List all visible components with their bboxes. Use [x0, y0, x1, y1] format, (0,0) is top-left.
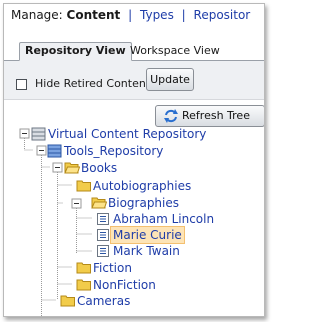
tree-label-marie-curie: Marie Curie: [113, 228, 182, 242]
folder-icon: [76, 180, 91, 192]
update-button[interactable]: Update: [146, 68, 194, 91]
server-icon: [31, 127, 46, 141]
tree-label-nonfiction: NonFiction: [93, 278, 156, 292]
content-item-icon: [97, 213, 109, 225]
content-manager-panel: Manage: Content | Types | Repositor Repo…: [3, 3, 265, 317]
manage-current-content: Content: [66, 8, 121, 22]
filter-options-bar: Hide Retired Content Update: [4, 61, 264, 100]
tree-label-cameras: Cameras: [77, 294, 131, 308]
hide-retired-checkbox[interactable]: [16, 79, 27, 90]
repository-tree-area: Refresh Tree Virtual Content Repository …: [4, 100, 264, 316]
manage-prefix: Manage:: [11, 8, 63, 22]
header-separator: |: [128, 8, 133, 22]
tree-label-tools-repository: Tools_Repository: [64, 144, 164, 158]
repositories-link[interactable]: Repositor: [194, 8, 251, 22]
tab-repository-view[interactable]: Repository View: [19, 42, 132, 61]
content-item-icon: [97, 245, 109, 257]
tree-label-fiction: Fiction: [93, 261, 132, 275]
tree-label-autobiographies: Autobiographies: [93, 179, 192, 193]
tree-label-abraham-lincoln: Abraham Lincoln: [113, 212, 215, 226]
tree-label-mark-twain: Mark Twain: [113, 244, 180, 258]
header-separator: |: [181, 8, 186, 22]
folder-icon: [76, 262, 91, 274]
content-item-icon: [97, 229, 109, 241]
tree-label-root: Virtual Content Repository: [48, 127, 207, 141]
tree-label-books: Books: [81, 161, 118, 175]
manage-header: Manage: Content | Types | Repositor: [4, 4, 264, 26]
folder-open-icon: [64, 162, 80, 174]
view-tabs: Repository View Workspace View: [4, 39, 264, 61]
folder-icon: [60, 295, 75, 307]
tab-workspace-view[interactable]: Workspace View: [125, 43, 225, 60]
tree-label-biographies: Biographies: [108, 196, 180, 210]
folder-open-icon: [91, 197, 107, 209]
hide-retired-label: Hide Retired Content: [35, 77, 151, 90]
types-link[interactable]: Types: [140, 8, 174, 22]
folder-icon: [76, 279, 91, 291]
repository-icon: [47, 144, 62, 158]
